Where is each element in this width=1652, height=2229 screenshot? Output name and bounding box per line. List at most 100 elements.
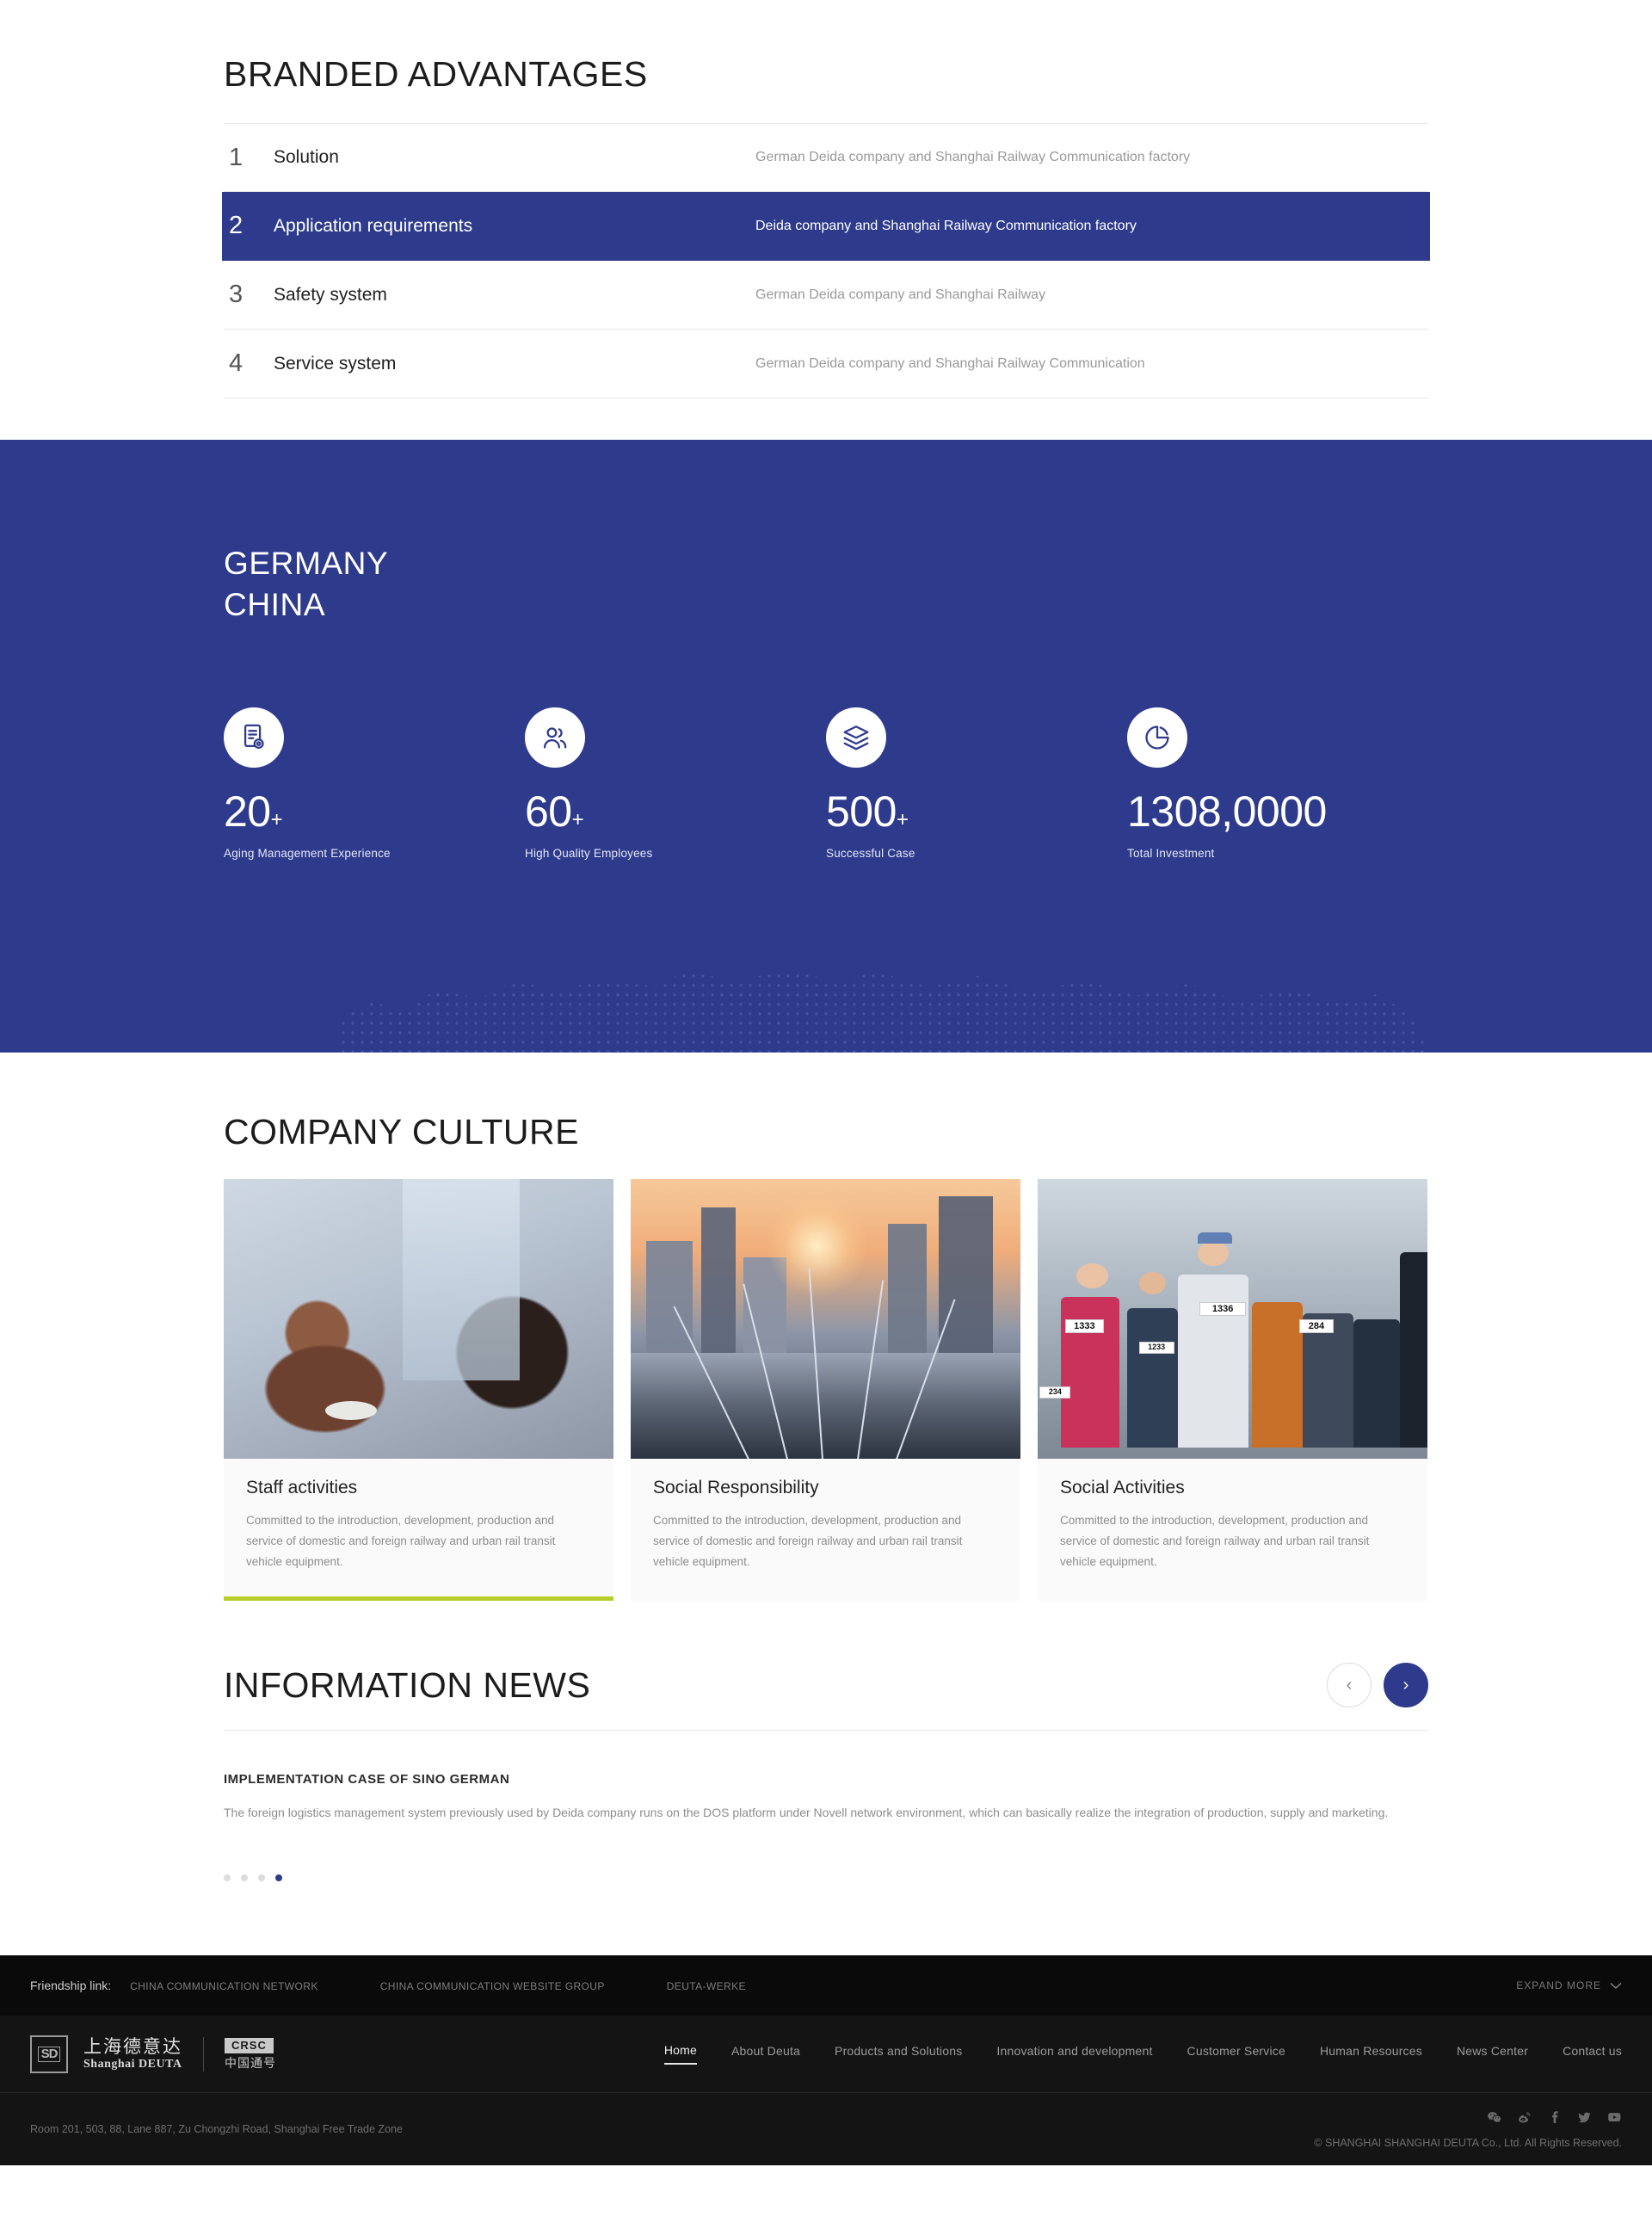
facebook-icon[interactable] <box>1547 2110 1562 2129</box>
stats-row: 20+ Aging Management Experience 60+ High… <box>224 707 1428 860</box>
carousel-dot-1[interactable] <box>224 1874 231 1882</box>
advantage-name: Solution <box>274 147 339 168</box>
friendship-label: Friendship link: <box>30 1979 112 1993</box>
race-bib: 1333 <box>1064 1318 1104 1333</box>
stat-value: 500+ <box>826 787 909 836</box>
advantage-description: German Deida company and Shanghai Railwa… <box>755 287 1046 302</box>
nav-item-home[interactable]: Home <box>663 2043 697 2065</box>
card-title: Social Responsibility <box>653 1478 819 1498</box>
culture-card-social-activities[interactable]: 1336 1333 1233 284 234 Social Activities… <box>1038 1179 1427 1602</box>
friendship-link-china-communication-website-group[interactable]: CHINA COMMUNICATION WEBSITE GROUP <box>380 1980 605 1992</box>
culture-card-social-responsibility[interactable]: Social Responsibility Committed to the i… <box>631 1179 1020 1602</box>
stat-item-successful-case: 500+ Successful Case <box>826 707 1127 860</box>
nav-item-innovation-and-development[interactable]: Innovation and development <box>996 2044 1152 2064</box>
users-icon <box>525 707 585 768</box>
card-title: Staff activities <box>246 1478 358 1498</box>
advantage-row-3[interactable]: 3 Safety system German Deida company and… <box>224 261 1428 330</box>
advantage-number: 1 <box>229 143 243 171</box>
advantage-name: Service system <box>274 353 397 374</box>
friendship-link-deuta-werke[interactable]: DEUTA-WERKE <box>667 1980 746 1992</box>
city-railway-photo <box>631 1179 1020 1460</box>
nav-item-about-deuta[interactable]: About Deuta <box>731 2044 800 2064</box>
dot-pattern-decoration <box>336 966 1428 1053</box>
footer-logo[interactable]: SD 上海德意达 Shanghai DEUTA CRSC 中国通号 <box>30 2035 276 2073</box>
pie-chart-icon <box>1127 707 1187 768</box>
race-bib: 284 <box>1298 1318 1335 1333</box>
advantage-number: 4 <box>229 349 243 378</box>
news-item-text: The foreign logistics management system … <box>224 1806 1389 1820</box>
advantage-number: 3 <box>229 281 243 309</box>
footer-bottom-bar: Room 201, 503, 88, Lane 887, Zu Chongzhi… <box>0 2093 1652 2166</box>
stat-item-total-investment: 1308,0000 Total Investment <box>1127 707 1428 860</box>
card-text: Committed to the introduction, developme… <box>246 1514 556 1568</box>
culture-cards: Staff activities Committed to the introd… <box>224 1179 1428 1602</box>
stat-label: Total Investment <box>1127 846 1215 860</box>
stat-item-employees: 60+ High Quality Employees <box>525 707 826 860</box>
logo-divider <box>203 2036 204 2072</box>
advantage-row-1[interactable]: 1 Solution German Deida company and Shan… <box>224 123 1428 193</box>
carousel-dot-4[interactable] <box>275 1874 282 1882</box>
chevron-down-icon <box>1610 1982 1622 1989</box>
nav-item-customer-service[interactable]: Customer Service <box>1187 2044 1285 2064</box>
company-culture-section: COMPANY CULTURE Staff activities Committ… <box>0 1053 1652 1602</box>
carousel-next-button[interactable]: › <box>1384 1663 1428 1708</box>
staff-activities-photo <box>224 1179 613 1460</box>
layers-icon <box>826 707 886 768</box>
advantage-description: Deida company and Shanghai Railway Commu… <box>755 218 1137 233</box>
carousel-dot-3[interactable] <box>258 1874 265 1882</box>
race-bib: 1233 <box>1138 1341 1174 1354</box>
twitter-icon[interactable] <box>1577 2110 1592 2129</box>
crsc-tag: CRSC <box>225 2038 274 2053</box>
card-text: Committed to the introduction, developme… <box>1060 1514 1370 1568</box>
band-title-line1: GERMANY <box>224 546 389 582</box>
nav-item-products-and-solutions[interactable]: Products and Solutions <box>835 2044 962 2064</box>
advantage-name: Safety system <box>274 284 387 305</box>
logo-english-name: Shanghai DEUTA <box>83 2057 182 2071</box>
divider <box>224 1730 1428 1732</box>
news-item-title: IMPLEMENTATION CASE OF SINO GERMAN <box>224 1772 510 1788</box>
advantage-row-2[interactable]: 2 Application requirements Deida company… <box>222 192 1430 262</box>
news-item[interactable]: IMPLEMENTATION CASE OF SINO GERMAN The f… <box>224 1772 1428 1825</box>
youtube-icon[interactable] <box>1607 2110 1622 2129</box>
stat-label: Successful Case <box>826 846 915 860</box>
nav-item-news-center[interactable]: News Center <box>1457 2044 1528 2064</box>
friendship-links-bar: Friendship link: CHINA COMMUNICATION NET… <box>0 1955 1652 2016</box>
sd-logo-text: SD <box>37 2046 61 2062</box>
friendship-link-china-communication-network[interactable]: CHINA COMMUNICATION NETWORK <box>130 1980 318 1992</box>
carousel-prev-button[interactable]: ‹ <box>1327 1663 1372 1708</box>
race-bib: 1336 <box>1199 1302 1247 1317</box>
marathon-runners-photo: 1336 1333 1233 284 234 <box>1038 1179 1427 1460</box>
footer-navigation: Home About Deuta Products and Solutions … <box>663 2043 1622 2065</box>
copyright-text: © SHANGHAI SHANGHAI DEUTA Co., Ltd. All … <box>1314 2136 1622 2149</box>
information-news-section: INFORMATION NEWS ‹ › IMPLEMENTATION CASE… <box>0 1601 1652 1956</box>
culture-card-staff-activities[interactable]: Staff activities Committed to the introd… <box>224 1179 613 1602</box>
advantage-name: Application requirements <box>274 215 473 236</box>
culture-title: COMPANY CULTURE <box>224 1112 579 1152</box>
stat-label: Aging Management Experience <box>224 846 391 860</box>
news-title: INFORMATION NEWS <box>224 1664 591 1705</box>
nav-item-human-resources[interactable]: Human Resources <box>1320 2044 1422 2064</box>
nav-item-contact-us[interactable]: Contact us <box>1563 2044 1622 2064</box>
crsc-partner-logo: CRSC 中国通号 <box>225 2037 276 2071</box>
band-heading: GERMANY CHINA <box>224 543 1428 625</box>
footer-main-bar: SD 上海德意达 Shanghai DEUTA CRSC 中国通号 Home A… <box>0 2016 1652 2094</box>
advantages-list: 1 Solution German Deida company and Shan… <box>222 123 1430 399</box>
news-carousel-controls: ‹ › <box>1327 1663 1428 1708</box>
advantage-description: German Deida company and Shanghai Railwa… <box>755 150 1191 165</box>
page-title: BRANDED ADVANTAGES <box>224 54 648 94</box>
advantage-row-4[interactable]: 4 Service system German Deida company an… <box>224 330 1428 399</box>
race-bib: 234 <box>1039 1386 1071 1399</box>
expand-more-button[interactable]: EXPAND MORE <box>1516 1979 1622 1991</box>
stat-value: 20+ <box>224 787 283 836</box>
band-title-line2: CHINA <box>224 586 326 622</box>
advantage-description: German Deida company and Shanghai Railwa… <box>755 355 1145 371</box>
stat-label: High Quality Employees <box>525 846 653 860</box>
wechat-icon[interactable] <box>1487 2110 1501 2129</box>
crsc-chinese-name: 中国通号 <box>225 2056 276 2071</box>
weibo-icon[interactable] <box>1517 2110 1532 2129</box>
branded-advantages-section: BRANDED ADVANTAGES 1 Solution German Dei… <box>0 0 1652 399</box>
certificate-icon <box>224 707 284 768</box>
carousel-dot-2[interactable] <box>241 1874 248 1882</box>
logo-chinese-name: 上海德意达 <box>83 2036 182 2057</box>
expand-more-label: EXPAND MORE <box>1516 1979 1601 1992</box>
